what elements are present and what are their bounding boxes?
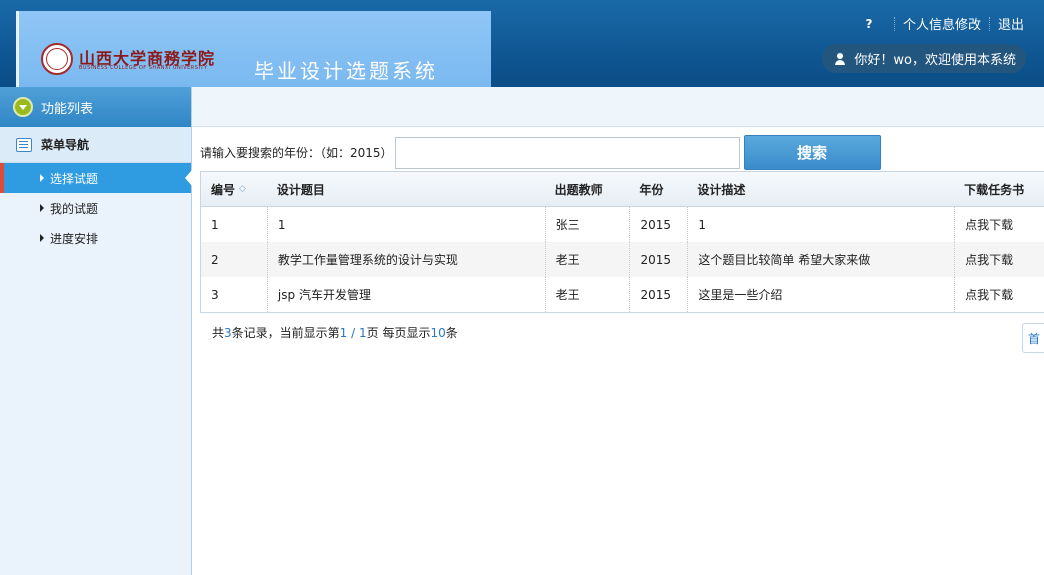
sidebar-item-label: 进度安排	[50, 231, 99, 246]
pagination-info: 共3条记录，当前显示第1 / 1页 每页显示10条	[212, 326, 458, 340]
cell-title: jsp 汽车开发管理	[266, 277, 545, 312]
total-pages: 1	[358, 326, 367, 340]
main-content: 请输入要搜索的年份：（如：2015） 搜索 编号 ◇ 设计题目 出题教师 年份 …	[192, 87, 1044, 575]
per-page: 10	[430, 326, 446, 340]
user-icon	[834, 52, 846, 65]
list-icon	[16, 137, 32, 152]
download-link[interactable]: 点我下载	[954, 207, 1044, 242]
welcome-text: 你好！wo，欢迎使用本系统	[854, 53, 1016, 68]
school-name-english: BUSINESS COLLEGE OF SHANXI UNIVERSITY	[79, 65, 208, 71]
divider	[988, 16, 990, 31]
search-button[interactable]: 搜索	[743, 135, 881, 170]
table-row[interactable]: 3 jsp 汽车开发管理 老王 2015 这里是一些介绍 点我下载	[201, 277, 1044, 312]
header-banner: 山西大学商務学院 BUSINESS COLLEGE OF SHANXI UNIV…	[16, 11, 491, 87]
col-header-teacher: 出题教师	[554, 182, 603, 197]
main-topbar	[192, 87, 1044, 127]
system-title: 毕业设计选题系统	[254, 59, 438, 83]
download-link[interactable]: 点我下载	[954, 277, 1044, 312]
sidebar-title: 功能列表	[41, 101, 94, 117]
school-seal-logo	[41, 43, 73, 75]
sidebar-item-select-topic[interactable]: 选择试题	[0, 163, 192, 193]
first-page-button[interactable]: 首	[1022, 323, 1044, 353]
caret-right-icon	[40, 204, 44, 212]
table-body: 1 1 张三 2015 1 点我下载 2 教学工作量管理系统的设计与实现 老王 …	[201, 207, 1044, 313]
col-header-download: 下载任务书	[964, 182, 1025, 197]
sidebar-item-my-topics[interactable]: 我的试题	[0, 193, 191, 223]
profile-link[interactable]: 个人信息修改	[903, 14, 981, 33]
col-header-id[interactable]: 编号 ◇	[201, 172, 267, 206]
cell-description: 这里是一些介绍	[687, 277, 954, 312]
sidebar-item-label: 选择试题	[50, 171, 99, 186]
total-records: 3	[224, 326, 232, 340]
cell-teacher: 张三	[544, 207, 630, 242]
cell-title: 教学工作量管理系统的设计与实现	[266, 242, 545, 277]
menu-nav-title[interactable]: 菜单导航	[0, 127, 191, 163]
col-header-year: 年份	[639, 182, 664, 197]
app-header: 山西大学商務学院 BUSINESS COLLEGE OF SHANXI UNIV…	[0, 0, 1044, 87]
chevron-down-icon	[13, 97, 33, 117]
sidebar-item-label: 我的试题	[50, 201, 99, 216]
cell-id: 2	[211, 252, 219, 267]
topics-table: 编号 ◇ 设计题目 出题教师 年份 设计描述 下载任务书 1 1 张三 2015…	[200, 171, 1044, 313]
search-label: 请输入要搜索的年份：（如：2015）	[200, 146, 393, 160]
cell-id: 3	[211, 287, 219, 302]
col-header-description: 设计描述	[697, 182, 746, 197]
sidebar: 功能列表 菜单导航 选择试题 我的试题 进度安排	[0, 87, 192, 575]
menu-nav-label: 菜单导航	[41, 138, 90, 152]
help-icon[interactable]: ?	[862, 17, 876, 31]
cell-teacher: 老王	[544, 277, 630, 312]
logout-link[interactable]: 退出	[998, 14, 1024, 33]
table-row[interactable]: 2 教学工作量管理系统的设计与实现 老王 2015 这个题目比较简单 希望大家来…	[201, 242, 1044, 277]
year-search-input[interactable]	[394, 136, 740, 169]
table-row[interactable]: 1 1 张三 2015 1 点我下载	[201, 207, 1044, 242]
cell-title: 1	[266, 207, 545, 242]
table-header: 编号 ◇ 设计题目 出题教师 年份 设计描述 下载任务书	[201, 172, 1044, 207]
welcome-badge: 你好！wo，欢迎使用本系统	[822, 44, 1026, 73]
divider	[893, 16, 895, 31]
caret-right-icon	[40, 174, 44, 182]
cell-description: 1	[687, 207, 954, 242]
sidebar-item-schedule[interactable]: 进度安排	[0, 223, 191, 253]
cell-teacher: 老王	[544, 242, 630, 277]
sidebar-header[interactable]: 功能列表	[0, 87, 191, 127]
cell-year: 2015	[629, 242, 687, 277]
top-links: ? 个人信息修改 退出	[862, 14, 1024, 33]
caret-right-icon	[40, 234, 44, 242]
search-bar: 请输入要搜索的年份：（如：2015） 搜索	[200, 135, 881, 170]
cell-year: 2015	[629, 277, 687, 312]
sort-icon[interactable]: ◇	[239, 184, 246, 194]
col-header-title: 设计题目	[276, 182, 325, 197]
cell-description: 这个题目比较简单 希望大家来做	[687, 242, 954, 277]
cell-year: 2015	[629, 207, 687, 242]
download-link[interactable]: 点我下载	[954, 242, 1044, 277]
cell-id: 1	[211, 217, 219, 232]
